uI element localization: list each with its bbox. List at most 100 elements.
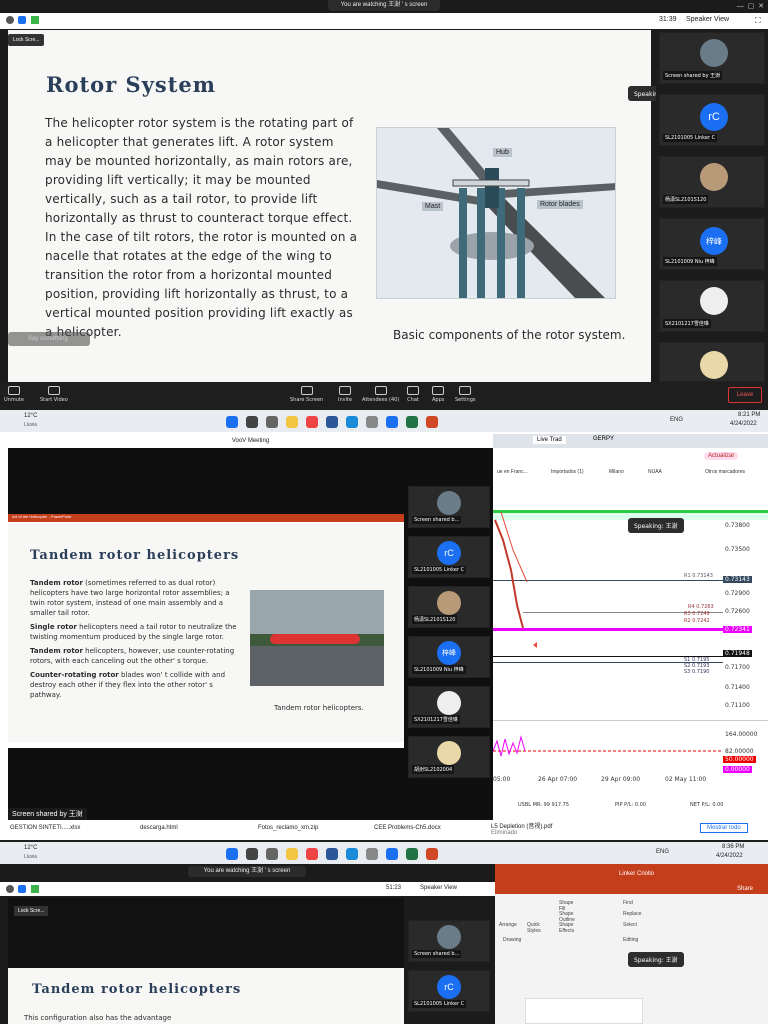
folder-icon[interactable] xyxy=(286,416,298,428)
tab-gerpy[interactable]: GERPY xyxy=(593,436,614,442)
clock-date: 4/24/2022 xyxy=(716,853,743,859)
arrange-button[interactable]: Arrange xyxy=(499,922,517,928)
participant-tile[interactable] xyxy=(659,342,765,382)
price-label: 0.73143 xyxy=(723,576,752,583)
price-label: 0.71400 xyxy=(725,684,750,691)
bookmark-item[interactable]: ue en Franc... xyxy=(497,469,528,475)
avatar xyxy=(437,491,461,515)
participant-tile[interactable]: Screen shared b... xyxy=(408,486,490,528)
select-button[interactable]: Select xyxy=(623,922,637,928)
ppt-user[interactable]: Linker Criollo xyxy=(619,871,654,877)
helicopter-photo xyxy=(250,590,384,686)
chrome-icon[interactable] xyxy=(306,848,318,860)
ppt-titlebar: Art of the Helicopter - PowerPoint xyxy=(8,514,404,522)
shape-effects-button[interactable]: Shape Effects xyxy=(559,922,574,934)
replace-button[interactable]: Replace xyxy=(623,911,641,917)
say-something-input[interactable]: Say something xyxy=(8,332,90,346)
folder-icon[interactable] xyxy=(286,848,298,860)
lock-screen-button[interactable]: Lock Scre... xyxy=(14,906,49,916)
voov-icon[interactable] xyxy=(386,848,398,860)
taskview-icon[interactable] xyxy=(266,416,278,428)
participant-tile[interactable]: Screen shared by 王澍 xyxy=(659,32,765,84)
start-video-button[interactable]: Start Video xyxy=(40,386,68,403)
app-icon[interactable] xyxy=(366,848,378,860)
participant-tile[interactable]: SX2101217雪佳琳 xyxy=(659,280,765,332)
settings-button[interactable]: Settings xyxy=(455,386,476,403)
info-icon[interactable] xyxy=(6,16,14,24)
meeting-icon[interactable] xyxy=(346,416,358,428)
voov-icon[interactable] xyxy=(386,416,398,428)
participant-tile[interactable]: 胡澍SL2102004 xyxy=(408,736,490,778)
participant-tile[interactable]: 杨潇SL2101S120 xyxy=(659,156,765,208)
participant-tile[interactable]: 梓峰 SL2101009 Niu 梓峰 xyxy=(408,636,490,678)
bookmark-item[interactable]: Otros marcadores xyxy=(705,469,745,475)
search-icon[interactable] xyxy=(246,848,258,860)
participant-tile[interactable]: SX2101217雪佳琳 xyxy=(408,686,490,728)
download-item[interactable]: L5 Depletion (音视).pdf xyxy=(491,821,552,830)
invite-button[interactable]: Invite xyxy=(338,386,352,403)
word-icon[interactable] xyxy=(326,416,338,428)
date-label: 05:00 xyxy=(493,776,511,783)
leave-button[interactable]: Leave xyxy=(728,387,762,403)
meeting-icon[interactable] xyxy=(346,848,358,860)
participant-tile[interactable]: Screen shared b... xyxy=(408,920,490,962)
excel-icon[interactable] xyxy=(406,848,418,860)
search-icon[interactable] xyxy=(246,416,258,428)
tab-live-trade[interactable]: Live Trad xyxy=(533,436,566,444)
bookmark-item[interactable]: Milano xyxy=(609,469,624,475)
excel-icon[interactable] xyxy=(406,416,418,428)
trading-chart[interactable]: 0.73800 0.73500 0.73143 0.72900 0.72600 … xyxy=(493,510,768,800)
find-button[interactable]: Find xyxy=(623,900,633,906)
apps-button[interactable]: Apps xyxy=(432,386,444,403)
speaking-indicator: Speaking: 王澍 xyxy=(628,518,684,533)
slide-thumbnail[interactable] xyxy=(525,998,643,1024)
shield-icon[interactable] xyxy=(18,16,26,24)
osc-label: 0.00000 xyxy=(723,766,752,773)
powerpoint-icon[interactable] xyxy=(426,848,438,860)
participant-tile[interactable]: 杨潇SL2101S120 xyxy=(408,586,490,628)
share-button[interactable]: Share xyxy=(737,886,753,892)
lock-screen-button[interactable]: Lock Scre... xyxy=(8,34,45,46)
participant-tile[interactable]: rC SL2101005 Linker C xyxy=(408,970,490,1012)
speaker-view-button[interactable]: Speaker View xyxy=(686,16,729,23)
app-icon[interactable] xyxy=(366,416,378,428)
shield-icon[interactable] xyxy=(18,885,26,893)
chrome-icon[interactable] xyxy=(306,416,318,428)
download-item[interactable]: GESTION SINTETI.....xlsx xyxy=(10,825,80,831)
speaker-view-button[interactable]: Speaker View xyxy=(420,885,457,891)
taskview-icon[interactable] xyxy=(266,848,278,860)
start-icon[interactable] xyxy=(226,416,238,428)
info-icon[interactable] xyxy=(6,885,14,893)
update-button[interactable]: Actualizar xyxy=(704,452,739,460)
participant-tile[interactable]: rC SL2101005 Linker C xyxy=(408,536,490,578)
mast-label: Mast xyxy=(422,202,444,211)
participant-tile[interactable]: 梓峰 SL2101009 Niu 梓峰 xyxy=(659,218,765,270)
oscillator-line xyxy=(493,735,723,757)
meeting-topbar: 51:23 Speaker View xyxy=(0,882,495,896)
level-label: R2 0.7242 xyxy=(684,618,710,624)
show-all-button[interactable]: Mostrar todo xyxy=(700,823,748,833)
bookmark-item[interactable]: NUAA xyxy=(648,469,662,475)
price-label: 0.71700 xyxy=(725,664,750,671)
window-controls[interactable]: — ▢ ✕ xyxy=(737,2,764,10)
language-indicator[interactable]: ENG xyxy=(656,849,669,855)
download-item[interactable]: descarga.html xyxy=(140,825,178,831)
quick-styles-button[interactable]: Quick Styles xyxy=(527,922,541,934)
word-icon[interactable] xyxy=(326,848,338,860)
download-item[interactable]: CEE Problems-Ch5.docx xyxy=(374,825,441,831)
language-indicator[interactable]: ENG xyxy=(670,417,683,423)
fullscreen-icon[interactable]: ⛶ xyxy=(755,16,761,26)
chat-button[interactable]: Chat xyxy=(407,386,419,403)
start-icon[interactable] xyxy=(226,848,238,860)
download-item[interactable]: Fotos_reclamo_xm.zip xyxy=(258,825,318,831)
powerpoint-icon[interactable] xyxy=(426,416,438,428)
share-screen-button[interactable]: Share Screen xyxy=(290,386,323,403)
bookmark-item[interactable]: Importados (1) xyxy=(551,469,584,475)
taskbar-apps xyxy=(222,847,442,865)
unmute-button[interactable]: Unmute xyxy=(4,386,24,403)
price-label: 0.73500 xyxy=(725,546,750,553)
participant-tile[interactable]: rC SL2101005 Linker C xyxy=(659,94,765,146)
avatar xyxy=(437,925,461,949)
attendees-button[interactable]: Attendees (40) xyxy=(362,386,399,403)
slide-title: Rotor System xyxy=(46,72,217,97)
